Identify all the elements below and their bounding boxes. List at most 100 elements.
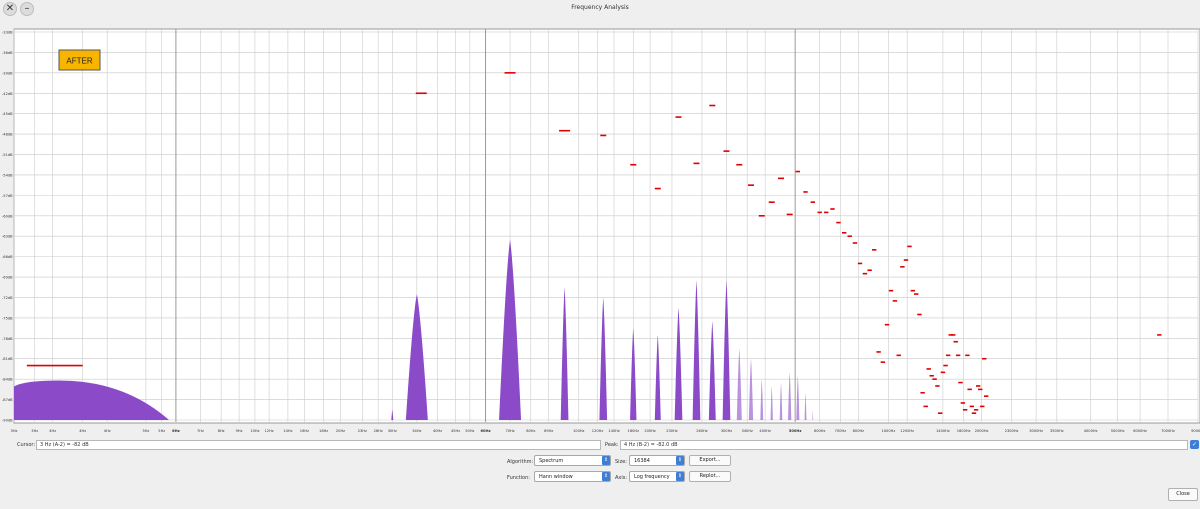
x-tick-label: 1600Hz bbox=[957, 429, 971, 433]
x-tick-label: 34Hz bbox=[412, 429, 421, 433]
peak-field: 4 Hz (B-2) = -82.0 dB bbox=[620, 440, 1188, 450]
x-tick-label: 1400Hz bbox=[936, 429, 950, 433]
x-tick-label: 80Hz bbox=[526, 429, 535, 433]
x-tick-label: 6Hz bbox=[172, 429, 180, 433]
y-tick-label: -42dB bbox=[2, 92, 13, 96]
y-tick-label: -57dB bbox=[2, 194, 13, 198]
after-label: AFTER bbox=[66, 57, 92, 66]
function-label: Function: bbox=[507, 475, 530, 481]
y-axis: -33dB -36dB -39dB -42dB -45dB -48dB -51dB -54dB… bbox=[2, 31, 13, 423]
x-axis: 3Hz 3Hz 4Hz 4Hz 4Hz 5Hz 5Hz 6Hz 7Hz 8Hz 9Hz 10Hz 12H… bbox=[11, 429, 1200, 433]
cursor-label: Cursor: bbox=[17, 442, 36, 448]
y-tick-label: -84dB bbox=[2, 378, 13, 382]
algorithm-value: Spectrum bbox=[539, 458, 564, 464]
x-tick-label: 7000Hz bbox=[1161, 429, 1175, 433]
grids-checkbox[interactable]: ✓ bbox=[1190, 440, 1199, 449]
x-tick-label: 9Hz bbox=[236, 429, 243, 433]
y-tick-label: -54dB bbox=[2, 173, 13, 177]
dropdown-arrow-icon: ⇕ bbox=[676, 456, 684, 465]
x-tick-label: 300Hz bbox=[721, 429, 733, 433]
plot-area bbox=[13, 28, 1200, 424]
algorithm-select[interactable]: Spectrum ⇕ bbox=[534, 455, 611, 466]
window-title: Frequency Analysis bbox=[571, 4, 629, 11]
after-label-box: AFTER bbox=[58, 49, 101, 71]
x-tick-label: 500Hz bbox=[789, 429, 802, 433]
y-tick-label: -69dB bbox=[2, 276, 13, 280]
y-tick-label: -78dB bbox=[2, 337, 13, 341]
cursor-field: 3 Hz (A-2) = -82 dB bbox=[36, 440, 601, 450]
x-tick-label: 2000Hz bbox=[975, 429, 989, 433]
x-tick-label: 200Hz bbox=[644, 429, 656, 433]
y-tick-label: -81dB bbox=[2, 357, 13, 361]
y-tick-label: -45dB bbox=[2, 112, 13, 116]
size-value: 16384 bbox=[634, 458, 650, 464]
x-tick-label: 20Hz bbox=[336, 429, 345, 433]
close-button[interactable]: Close bbox=[1168, 488, 1198, 501]
x-tick-label: 60Hz bbox=[480, 429, 490, 433]
y-tick-label: -87dB bbox=[2, 398, 13, 402]
y-tick-label: -33dB bbox=[2, 31, 13, 35]
axis-value: Log frequency bbox=[634, 474, 670, 480]
x-tick-label: 100Hz bbox=[573, 429, 585, 433]
x-tick-label: 340Hz bbox=[741, 429, 753, 433]
x-tick-label: 5000Hz bbox=[1111, 429, 1125, 433]
x-tick-label: 26Hz bbox=[374, 429, 383, 433]
x-tick-label: 12Hz bbox=[265, 429, 274, 433]
x-tick-label: 5Hz bbox=[142, 429, 149, 433]
y-tick-label: -63dB bbox=[2, 235, 13, 239]
x-tick-label: 8Hz bbox=[218, 429, 225, 433]
x-tick-label: 2300Hz bbox=[1005, 429, 1019, 433]
y-tick-label: -51dB bbox=[2, 153, 13, 157]
x-tick-label: 700Hz bbox=[835, 429, 847, 433]
x-tick-label: 14Hz bbox=[283, 429, 292, 433]
x-tick-label: 3Hz bbox=[11, 429, 18, 433]
x-tick-label: 160Hz bbox=[628, 429, 640, 433]
x-tick-label: 40Hz bbox=[433, 429, 442, 433]
x-tick-label: 45Hz bbox=[451, 429, 460, 433]
algorithm-label: Algorithm: bbox=[507, 459, 534, 465]
x-tick-label: 3000Hz bbox=[1029, 429, 1043, 433]
x-tick-label: 4Hz bbox=[79, 429, 86, 433]
replot-button[interactable]: Replot... bbox=[689, 471, 731, 482]
dropdown-arrow-icon: ⇕ bbox=[602, 456, 610, 465]
x-tick-label: 600Hz bbox=[814, 429, 826, 433]
x-tick-label: 800Hz bbox=[853, 429, 865, 433]
size-select[interactable]: 16384 ⇕ bbox=[629, 455, 685, 466]
peak-label: Peak: bbox=[605, 442, 619, 448]
x-tick-label: 3Hz bbox=[31, 429, 38, 433]
x-tick-label: 70Hz bbox=[505, 429, 514, 433]
function-value: Hann window bbox=[539, 474, 573, 480]
axis-select[interactable]: Log frequency ⇕ bbox=[629, 471, 685, 482]
x-tick-label: 89Hz bbox=[544, 429, 553, 433]
x-tick-label: 50Hz bbox=[465, 429, 474, 433]
axis-label: Axis: bbox=[615, 475, 628, 481]
function-select[interactable]: Hann window ⇕ bbox=[534, 471, 611, 482]
x-tick-label: 6000Hz bbox=[1133, 429, 1147, 433]
x-tick-label: 1200Hz bbox=[900, 429, 914, 433]
x-tick-label: 16Hz bbox=[300, 429, 309, 433]
x-tick-label: 230Hz bbox=[666, 429, 678, 433]
dropdown-arrow-icon: ⇕ bbox=[602, 472, 610, 481]
y-tick-label: -72dB bbox=[2, 296, 13, 300]
size-label: Size: bbox=[615, 459, 627, 465]
y-tick-label: -39dB bbox=[2, 71, 13, 75]
x-tick-label: 18Hz bbox=[319, 429, 328, 433]
x-tick-label: 1000Hz bbox=[881, 429, 895, 433]
x-tick-label: 120Hz bbox=[592, 429, 604, 433]
title-bar: ✕ – Frequency Analysis bbox=[0, 0, 1200, 18]
x-tick-label: 7Hz bbox=[197, 429, 204, 433]
y-tick-label: -66dB bbox=[2, 255, 13, 259]
x-tick-label: 400Hz bbox=[759, 429, 771, 433]
x-tick-label: 260Hz bbox=[696, 429, 708, 433]
x-tick-label: 4Hz bbox=[49, 429, 56, 433]
y-tick-label: -60dB bbox=[2, 214, 13, 218]
y-tick-label: -75dB bbox=[2, 316, 13, 320]
check-icon: ✓ bbox=[1191, 441, 1198, 448]
y-tick-label: -48dB bbox=[2, 133, 13, 137]
frequency-plot[interactable]: -33dB -36dB -39dB -42dB -45dB -48dB -51dB -54dB… bbox=[0, 18, 1200, 438]
dropdown-arrow-icon: ⇕ bbox=[676, 472, 684, 481]
y-tick-label: -36dB bbox=[2, 51, 13, 55]
export-button[interactable]: Export... bbox=[689, 455, 731, 466]
x-tick-label: 4000Hz bbox=[1084, 429, 1098, 433]
x-tick-label: 5Hz bbox=[158, 429, 165, 433]
